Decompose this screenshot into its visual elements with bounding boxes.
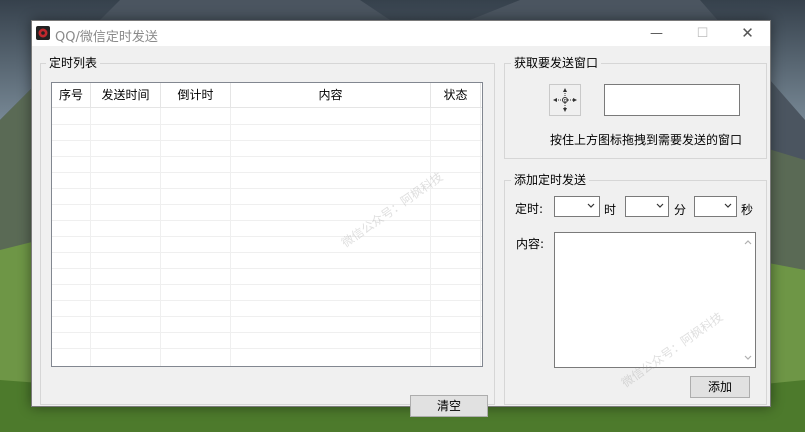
drag-target-button[interactable] <box>549 84 581 116</box>
time-label: 定时: <box>515 202 544 216</box>
chevron-down-icon <box>724 203 732 208</box>
column-header-status[interactable]: 状态 <box>431 83 481 107</box>
second-unit-label: 秒 <box>741 203 754 217</box>
timer-list-group: 定时列表 序号 发送时间 倒计时 内容 状态 清空 <box>40 56 495 417</box>
app-window: QQ/微信定时发送 — ☐ ✕ 定时列表 序号 发送时间 倒计时 内容 状态 清… <box>31 20 771 417</box>
add-timer-group: 添加定时发送 定时: 时 分 秒 内容: 添加 <box>504 173 767 405</box>
crosshair-icon <box>553 88 577 112</box>
second-select[interactable] <box>694 196 737 217</box>
title-bar: QQ/微信定时发送 — ☐ ✕ <box>32 21 770 46</box>
chevron-down-icon <box>587 203 595 208</box>
list-header: 序号 发送时间 倒计时 内容 状态 <box>52 83 482 108</box>
timer-list-view[interactable]: 序号 发送时间 倒计时 内容 状态 <box>51 82 483 367</box>
target-window-field[interactable] <box>604 84 740 116</box>
hour-select[interactable] <box>554 196 600 217</box>
close-button[interactable]: ✕ <box>725 21 770 46</box>
clear-button[interactable]: 清空 <box>410 395 488 417</box>
get-window-group: 获取要发送窗口 按住上方图标拖拽到需要发送的窗口 <box>504 56 767 159</box>
scroll-up-icon[interactable] <box>744 238 752 246</box>
column-header-send-time[interactable]: 发送时间 <box>91 83 161 107</box>
timer-list-label: 定时列表 <box>46 56 101 70</box>
add-button[interactable]: 添加 <box>690 376 750 398</box>
list-body <box>52 108 482 366</box>
maximize-button[interactable]: ☐ <box>680 21 725 46</box>
drag-hint-text: 按住上方图标拖拽到需要发送的窗口 <box>550 133 743 147</box>
column-header-index[interactable]: 序号 <box>52 83 91 107</box>
app-logo-icon <box>36 26 50 40</box>
scroll-down-icon[interactable] <box>744 354 752 362</box>
window-title: QQ/微信定时发送 <box>55 30 158 45</box>
chevron-down-icon <box>656 203 664 208</box>
minute-unit-label: 分 <box>674 203 687 217</box>
content-textarea[interactable] <box>554 232 756 368</box>
add-timer-label: 添加定时发送 <box>511 173 590 187</box>
content-label: 内容: <box>516 237 545 251</box>
get-window-label: 获取要发送窗口 <box>511 56 602 70</box>
column-header-countdown[interactable]: 倒计时 <box>161 83 231 107</box>
minimize-button[interactable]: — <box>634 21 679 46</box>
hour-unit-label: 时 <box>604 203 617 217</box>
minute-select[interactable] <box>625 196 669 217</box>
column-header-content[interactable]: 内容 <box>231 83 431 107</box>
